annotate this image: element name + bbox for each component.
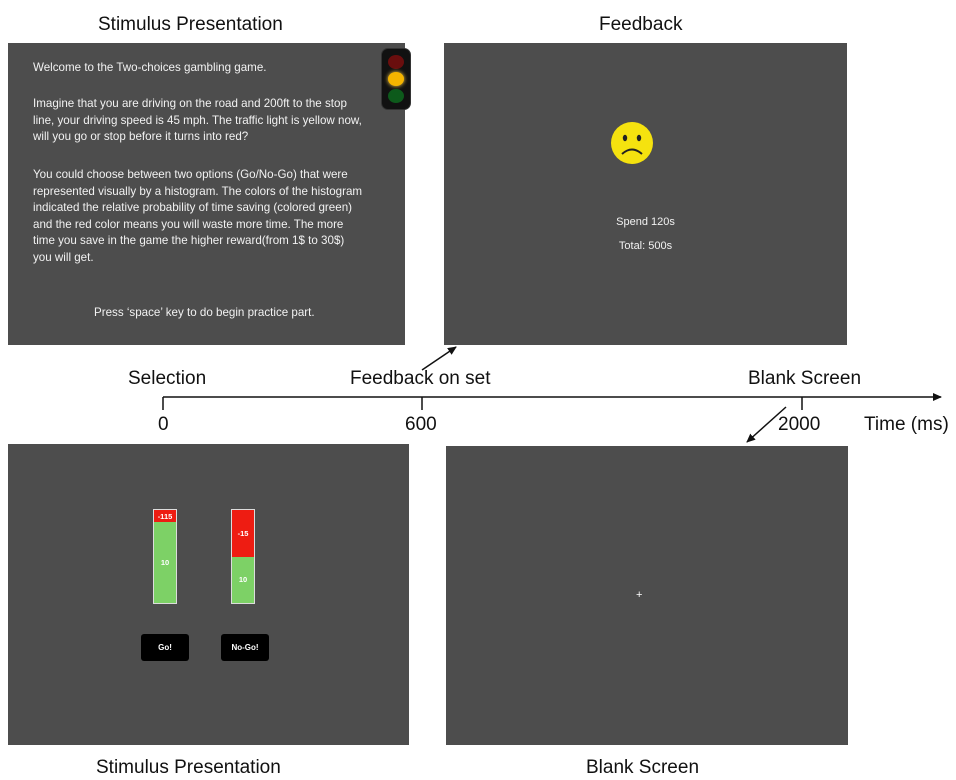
tick-label-600: 600 (405, 414, 437, 435)
tick-label-2000: 2000 (778, 414, 821, 435)
timeline-selection-label: Selection (128, 368, 207, 389)
axis-label-time: Time (ms) (864, 414, 949, 435)
tick-label-0: 0 (158, 414, 169, 435)
timeline-graphic (162, 346, 942, 443)
timeline-feedback-onset-label: Feedback on set (350, 368, 491, 389)
arrow-to-feedback (421, 346, 457, 371)
timeline-blank-screen-label: Blank Screen (748, 368, 862, 389)
